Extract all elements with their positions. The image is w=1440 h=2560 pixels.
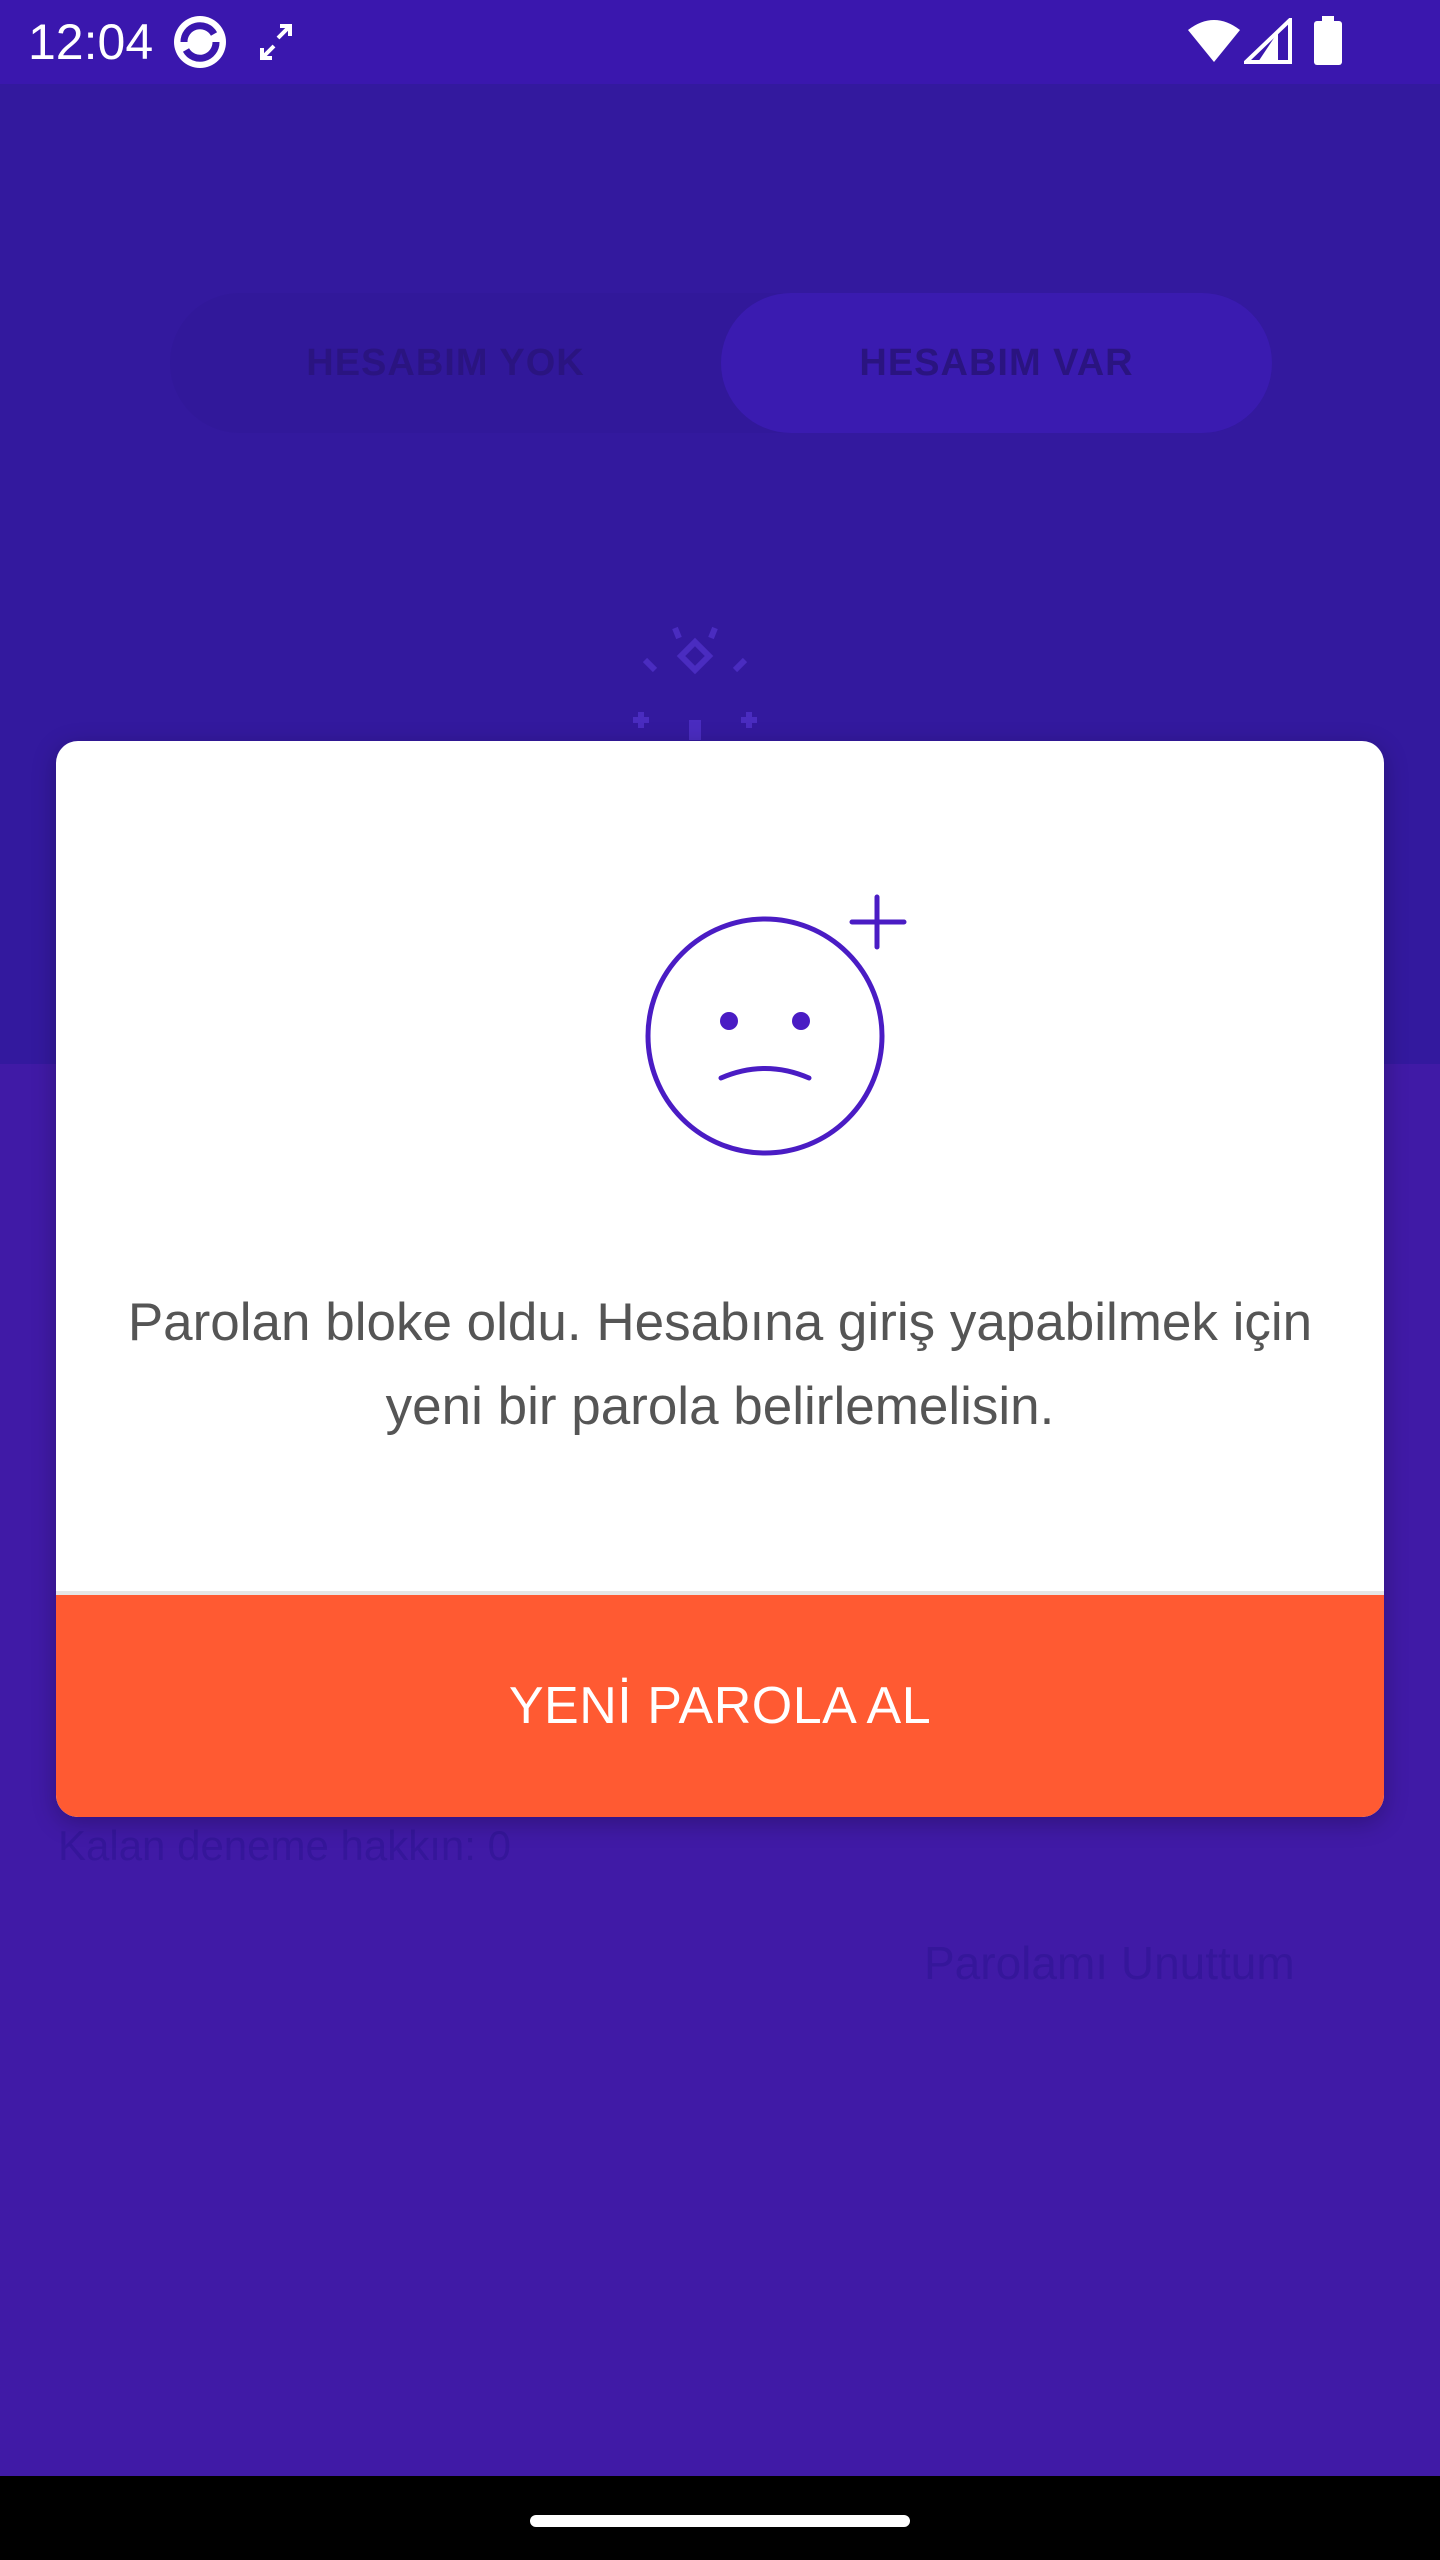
status-bar: 12:04	[0, 0, 1440, 84]
forgot-password-link[interactable]: Parolamı Unuttum	[924, 1936, 1295, 1990]
remaining-attempts-text: Kalan deneme hakkın: 0	[58, 1822, 511, 1869]
tab-have-account[interactable]: HESABIM VAR	[721, 293, 1272, 433]
wifi-icon	[1186, 18, 1242, 69]
signal-icon	[1241, 15, 1292, 69]
sparkle-logo-icon	[615, 620, 775, 740]
app-sync-icon	[170, 12, 230, 77]
dialog-message: Parolan bloke oldu. Hesabına giriş yapab…	[127, 1293, 1313, 1436]
status-time: 12:04	[28, 14, 154, 70]
tab-no-account[interactable]: HESABIM YOK	[170, 293, 721, 433]
navigation-bar	[0, 2476, 1440, 2560]
screen: 12:04 HESABIM YOK HESABIM VAR Kalan dene…	[0, 0, 1440, 2560]
password-blocked-dialog: Parolan bloke oldu. Hesabına giriş yapab…	[56, 741, 1384, 1817]
battery-icon	[1312, 16, 1344, 71]
screen-rotate-icon	[258, 22, 294, 67]
sad-face-icon	[576, 871, 916, 1171]
get-new-password-button[interactable]: YENİ PAROLA AL	[56, 1595, 1384, 1817]
home-indicator[interactable]	[530, 2515, 910, 2527]
account-tab-switch: HESABIM YOK HESABIM VAR	[170, 293, 1272, 433]
